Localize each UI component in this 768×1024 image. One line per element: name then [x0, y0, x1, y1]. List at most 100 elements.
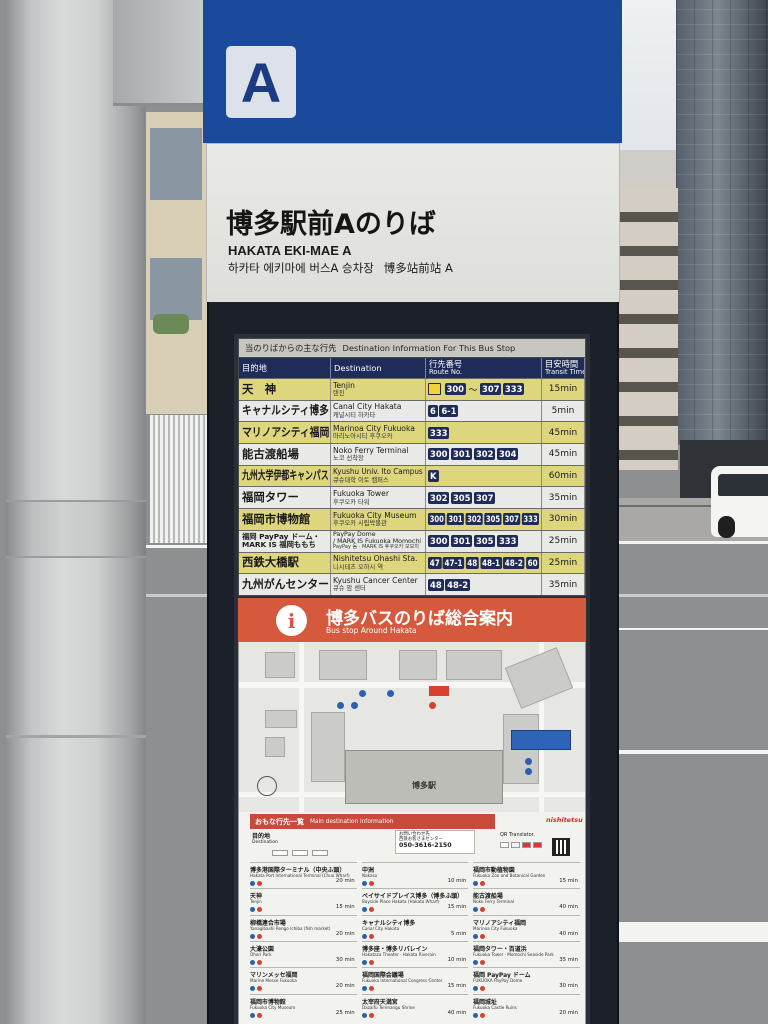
transit-time-cell: 25min	[542, 552, 585, 574]
map-stop-marker	[525, 768, 532, 775]
flag-icon	[500, 842, 509, 848]
table-title: 当のりばからの主な行先 Destination Information For …	[239, 339, 585, 358]
route-marker-icon	[257, 1012, 262, 1018]
route-marker-icon	[368, 959, 374, 965]
route-number-badge: 333	[502, 383, 525, 396]
destination-name-ja-line2: MARK IS 福岡ももち	[242, 540, 316, 550]
destination-name-ko: 마리노아시티 후쿠오카	[333, 432, 393, 441]
qr-code-icon[interactable]	[552, 838, 570, 856]
route-number-badge: 304	[496, 448, 519, 461]
map-building	[446, 650, 502, 680]
guide-subtitle: Bus stop Around Hakata	[326, 626, 417, 635]
route-number-badge: 48	[428, 578, 444, 591]
map-building	[319, 650, 367, 680]
destination-item-ja: ベイサイドプレイス博多（博多ふ頭）	[361, 893, 463, 901]
destination-list-item: 柳橋連合市場 Yanagibashi Rengo Ichiba (fish mar…	[250, 914, 357, 941]
column-header-label: 目的地	[242, 362, 267, 373]
route-cell: 6 6-1	[426, 400, 542, 422]
transit-time-cell: 45min	[542, 444, 585, 465]
destination-list-item: 能古渡船場 Noko Ferry Terminal 40 min	[473, 888, 580, 914]
stop-name-zh: 博多站前站 A	[383, 261, 453, 275]
destination-list-item: 大濠公園 Ohori Park 30 min	[250, 940, 357, 967]
route-number-badge: 333	[496, 535, 519, 548]
column-header-time: 目安時間 Transit Time	[542, 358, 585, 378]
destination-item-en: Canal City Hakata	[361, 926, 399, 932]
destination-item-time: 15 min	[335, 904, 355, 911]
column-header-label: Route No.	[429, 367, 463, 376]
route-number-badge: 333	[521, 513, 540, 526]
table-title-ja: 当のりばからの主な行先	[245, 343, 337, 353]
map-stop-marker	[351, 702, 358, 709]
destination-name-ja: 西鉄大橋駅	[242, 555, 299, 570]
destination-name-ja: 九州大学伊都キャンパス	[242, 468, 329, 483]
timetable-row: キャナルシティ博多 Canal City Hakata 캐널시티 하카타 6 6-1 5m…	[239, 399, 585, 422]
qr-translator-label: QR Translator.	[500, 832, 535, 838]
legend-box	[292, 850, 308, 856]
route-number-badge: 301	[446, 513, 465, 526]
map-building	[265, 737, 285, 757]
route-marker-icon	[368, 933, 374, 939]
route-number-badge: 6	[428, 405, 438, 418]
destination-item-time: 15 min	[447, 983, 467, 990]
route-number-badge: 47	[428, 556, 442, 569]
column-header-destination-ja: 目的地	[239, 358, 331, 378]
destination-en-cell: Noko Ferry Terminal 노코 선착장	[331, 444, 426, 465]
road-marking	[617, 750, 768, 754]
route-number-badge: 300	[428, 513, 446, 526]
info-icon: i	[276, 605, 307, 636]
route-number-badge: 302	[428, 491, 450, 504]
destination-list-label: 目的地 Destination	[252, 833, 278, 846]
destination-en-cell: Fukuoka Tower 후쿠오카 타워	[331, 487, 426, 509]
column-header-label: Transit Time	[545, 367, 585, 376]
glass-office-building	[676, 0, 768, 445]
route-list: 333	[428, 426, 450, 439]
destination-ja-cell: 西鉄大橋駅	[239, 552, 331, 574]
destination-item-time: 10 min	[447, 878, 467, 884]
route-number-badge: 301	[450, 535, 473, 548]
destination-en-cell: Marinoa City Fukuoka 마리노아시티 후쿠오카	[331, 422, 426, 444]
timetable-row: 九州大学伊都キャンパス Kyushu Univ. Ito Campus 큐슈대학 이…	[239, 464, 585, 487]
destination-list-item: 博多港国際ターミナル（中央ふ頭） Hakata Port Internationa…	[250, 862, 357, 888]
transit-time: 5min	[551, 406, 575, 417]
pole-bracket	[113, 0, 205, 106]
route-marker-icon	[368, 881, 374, 886]
route-marker-icon	[480, 959, 486, 965]
flag-icon	[522, 842, 531, 848]
route-cell: 333	[426, 422, 542, 444]
timetable-row: 九州がんセンター Kyushu Cancer Center 큐슈 암 센터 48 48-…	[239, 573, 585, 595]
column-header-label: Destination	[334, 362, 382, 373]
route-number-badge: 48-2	[503, 556, 525, 569]
route-number-badge: 48	[465, 556, 480, 569]
destination-item-ja: マリンメッセ福岡	[250, 972, 298, 980]
destination-name-en: Tenjin	[333, 380, 355, 390]
road-marking	[617, 541, 768, 544]
destination-name-ko: 니시테츠 오하시 역	[333, 562, 383, 571]
map-building	[399, 650, 437, 680]
destination-list-header: おもな行先一覧 Main destination information	[250, 814, 495, 829]
road-marking	[145, 594, 208, 597]
destination-item-time: 20 min	[559, 1009, 578, 1016]
route-cell: 300 301 305 333	[426, 530, 542, 552]
destination-item-ja: 福岡城址	[473, 998, 498, 1006]
platform-letter: A	[226, 46, 296, 118]
map-stop-marker	[525, 758, 532, 765]
route-list: 48 48-2	[428, 578, 471, 591]
route-list: 300 301 302 304	[428, 448, 519, 461]
transit-time: 35min	[548, 579, 578, 590]
transit-time-cell: 5min	[542, 400, 585, 422]
route-list: 300 301 305 333	[428, 535, 519, 548]
map-stop-marker	[429, 702, 436, 709]
route-marker-icon	[473, 959, 479, 965]
route-cell: 300 〜 307 333	[426, 379, 542, 400]
route-marker-icon	[257, 959, 262, 965]
destination-ja-cell: マリノアシティ福岡	[239, 422, 331, 444]
destination-list-item: 福岡市博物館 Fukuoka City Museum 25 min	[250, 993, 357, 1020]
route-number-badge: 307	[480, 383, 502, 396]
destination-item-time: 40 min	[559, 930, 578, 937]
destination-ja-cell: 福岡 PayPay ドーム・ MARK IS 福岡ももち	[239, 530, 331, 552]
route-marker-icon	[361, 959, 367, 965]
contact-phone: 050-3616-2150	[399, 842, 452, 850]
transit-time: 35min	[548, 492, 578, 503]
destination-name-ja: 福岡市博物館	[242, 511, 311, 526]
destination-ja-cell: 九州がんセンター	[239, 574, 331, 595]
